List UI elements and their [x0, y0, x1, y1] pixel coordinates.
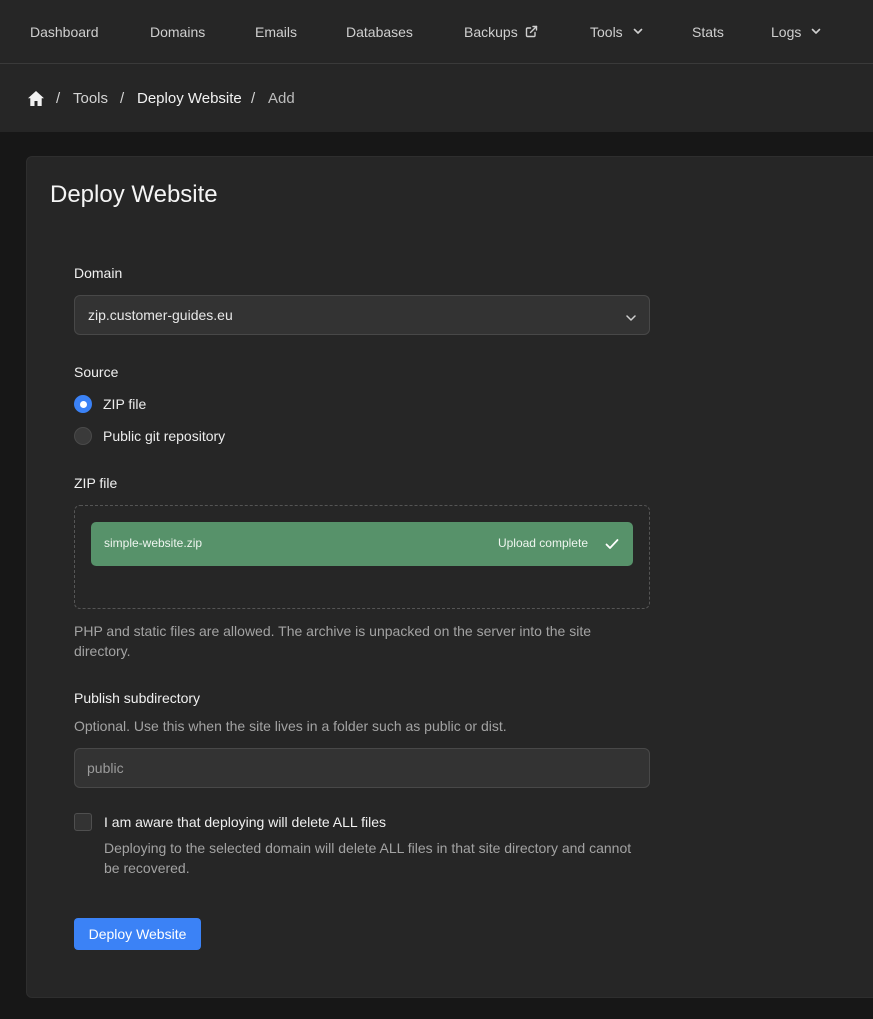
breadcrumb: / Tools / Deploy Website / Add [0, 64, 873, 132]
breadcrumb-add: Add [268, 89, 295, 107]
confirm-delete-help: Deploying to the selected domain will de… [104, 840, 632, 876]
source-option-zip[interactable]: ZIP file [74, 394, 146, 414]
top-navigation: Dashboard Domains Emails Databases Backu… [0, 0, 873, 64]
breadcrumb-separator: / [120, 89, 125, 107]
subdir-label: Publish subdirectory [74, 690, 201, 706]
nav-stats[interactable]: Stats [692, 0, 724, 63]
domain-label: Domain [74, 265, 123, 281]
nav-domains-label: Domains [150, 23, 206, 40]
subdir-help: Optional. Use this when the site lives i… [74, 718, 507, 734]
nav-logs[interactable]: Logs [771, 0, 821, 63]
nav-databases[interactable]: Databases [346, 0, 413, 63]
nav-emails-label: Emails [255, 23, 298, 40]
nav-databases-label: Databases [346, 23, 413, 40]
breadcrumb-deploy-website[interactable]: Deploy Website [137, 64, 242, 132]
nav-backups-label: Backups [464, 23, 518, 40]
source-label: Source [74, 364, 119, 380]
nav-tools[interactable]: Tools [590, 0, 643, 63]
nav-logs-label: Logs [771, 23, 802, 40]
home-icon[interactable] [27, 64, 45, 132]
source-option-git[interactable]: Public git repository [74, 426, 225, 446]
radio-public-git-label: Public git repository [103, 428, 226, 444]
confirm-delete-label[interactable]: I am aware that deploying will delete AL… [104, 814, 386, 830]
deploy-website-button[interactable]: Deploy Website [74, 918, 201, 950]
nav-backups[interactable]: Backups [464, 0, 538, 63]
external-link-icon [525, 25, 538, 38]
breadcrumb-separator: / [251, 89, 256, 107]
nav-stats-label: Stats [692, 23, 724, 40]
nav-dashboard-label: Dashboard [30, 23, 99, 40]
check-icon [605, 537, 619, 555]
uploaded-file-name: simple-website.zip [104, 536, 203, 550]
zip-file-help: PHP and static files are allowed. The ar… [74, 623, 591, 659]
nav-dashboard[interactable]: Dashboard [30, 0, 99, 63]
nav-tools-label: Tools [590, 23, 623, 40]
subdir-input[interactable] [74, 748, 650, 788]
chevron-down-icon [633, 28, 643, 35]
radio-public-git[interactable] [74, 427, 92, 445]
radio-zip-file[interactable] [74, 395, 92, 413]
confirm-delete-checkbox[interactable] [74, 813, 92, 831]
domain-select-value: zip.customer-guides.eu [88, 307, 233, 323]
page-title: Deploy Website [50, 181, 218, 208]
breadcrumb-separator: / [56, 89, 61, 107]
domain-select[interactable]: zip.customer-guides.eu [74, 295, 650, 335]
zip-file-label: ZIP file [74, 475, 118, 491]
chevron-down-icon [811, 28, 821, 35]
chevron-down-icon [625, 309, 637, 325]
upload-status: Upload complete [497, 536, 588, 550]
breadcrumb-tools[interactable]: Tools [73, 64, 108, 132]
uploaded-file-item: simple-website.zip Upload complete [91, 522, 633, 566]
radio-zip-file-label: ZIP file [103, 396, 147, 412]
nav-domains[interactable]: Domains [150, 0, 205, 63]
nav-emails[interactable]: Emails [255, 0, 297, 63]
